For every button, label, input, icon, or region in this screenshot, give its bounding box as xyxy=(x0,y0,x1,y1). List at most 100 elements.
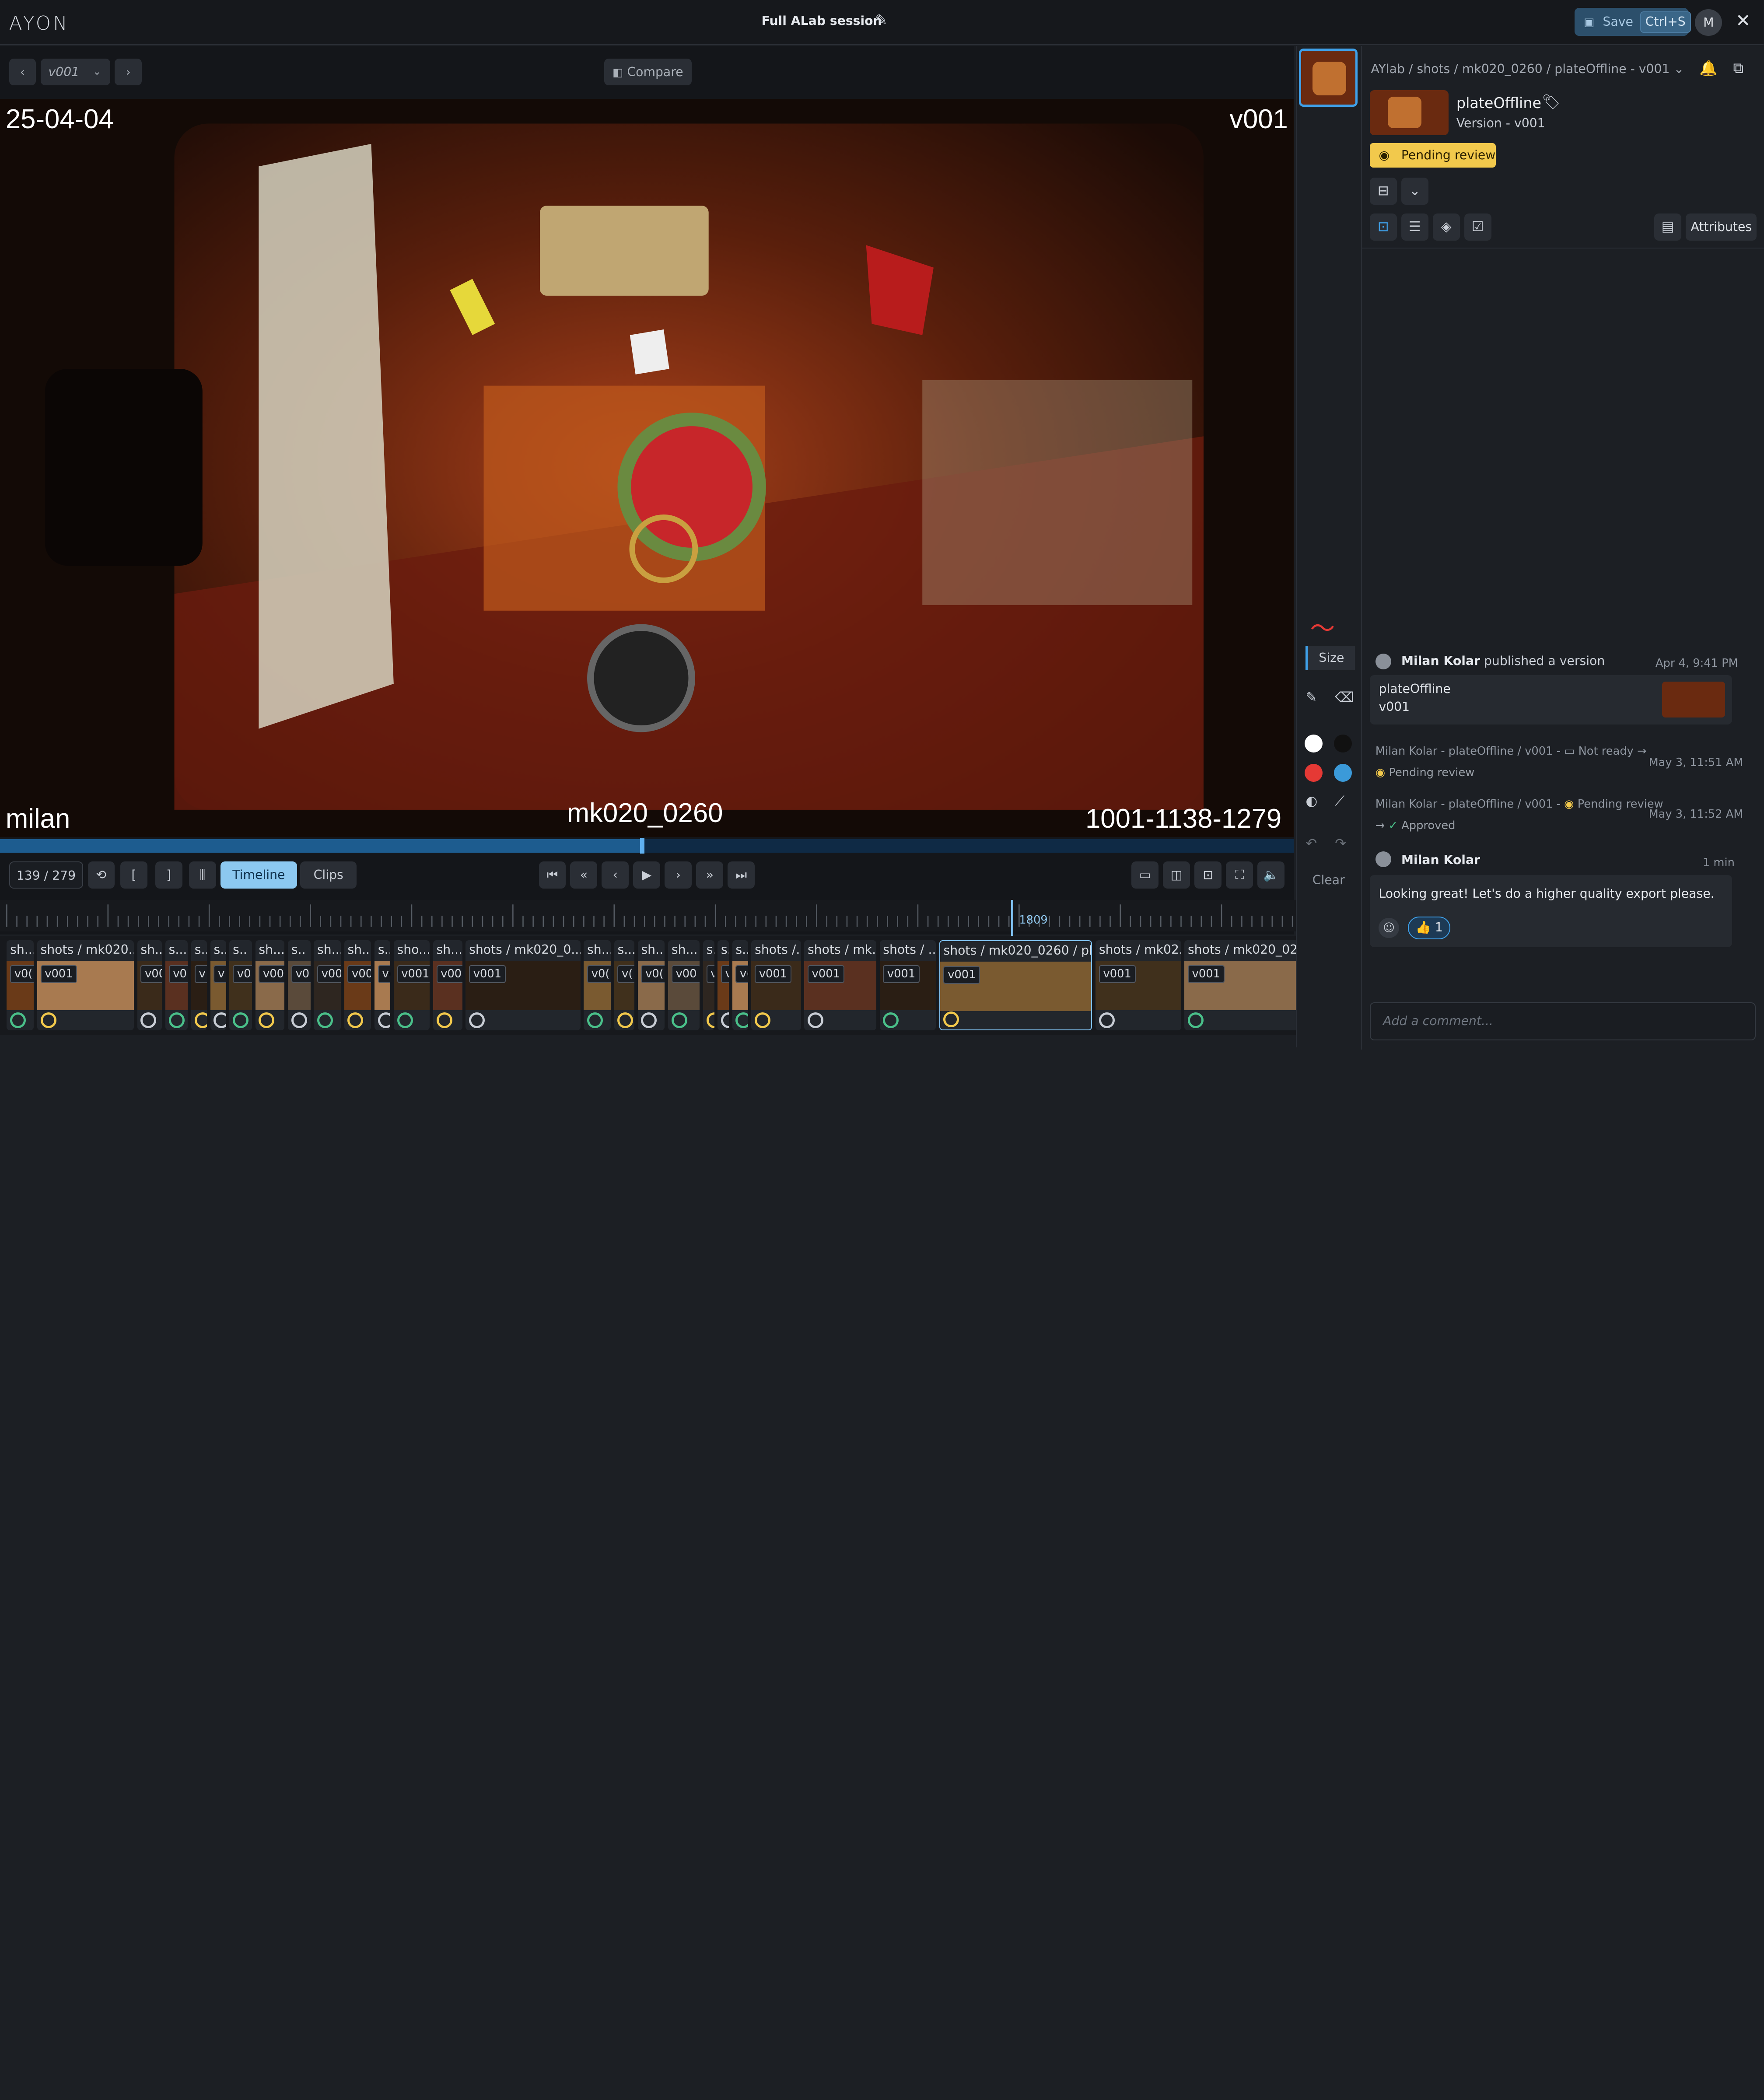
timeline-clip[interactable]: sh... v00 xyxy=(433,940,462,1031)
burnin-version: v001 xyxy=(1229,104,1288,134)
versions-tab-icon[interactable]: ◈ xyxy=(1432,214,1460,241)
timeline-clip[interactable]: s... v( xyxy=(614,940,635,1031)
comments-tab-icon[interactable]: ☰ xyxy=(1401,214,1428,241)
breadcrumb-version[interactable]: plateOffline - v001 xyxy=(1554,62,1670,76)
timeline-clip[interactable]: s.. v xyxy=(191,940,207,1031)
attributes-icon[interactable]: ▤ xyxy=(1654,214,1682,241)
checklist-tab-icon[interactable]: ☑ xyxy=(1464,214,1491,241)
undo-icon[interactable]: ↶ xyxy=(1306,836,1317,851)
size-button[interactable]: Size xyxy=(1306,645,1355,671)
play-icon[interactable]: ▶ xyxy=(633,861,661,889)
timeline-clip[interactable]: shots /... v001 xyxy=(751,940,801,1031)
mark-in-icon[interactable]: [ xyxy=(120,861,147,889)
fullscreen-icon[interactable]: ⛶ xyxy=(1226,861,1253,889)
volume-icon[interactable]: 🔈 xyxy=(1257,861,1285,889)
timeline-clip[interactable]: s.. v( xyxy=(732,940,748,1031)
safe-area-icon[interactable]: ▭ xyxy=(1131,861,1159,889)
timeline-ruler[interactable] xyxy=(0,900,1359,931)
timeline-clip[interactable]: sh... v00 xyxy=(668,940,700,1031)
review-icon[interactable]: ⊟ xyxy=(1369,178,1397,205)
frame-range-icon[interactable]: ⫼ xyxy=(189,861,216,889)
timeline-clips[interactable]: sh...v0(shots / mk020...v001sh...v00s...… xyxy=(0,936,1359,1035)
frame-counter[interactable]: 139 / 279 xyxy=(9,861,84,889)
reaction-thumbs-up[interactable]: 👍 1 xyxy=(1408,917,1451,939)
edit-title-icon[interactable]: ✎ xyxy=(875,11,887,28)
skip-start-icon[interactable]: ⏮ xyxy=(539,861,566,889)
status-to-row: ◉ Pending review xyxy=(1376,766,1475,779)
status-label: Pending review xyxy=(1401,147,1496,162)
activity-tab-icon[interactable]: ⊡ xyxy=(1369,214,1397,241)
timeline-clip[interactable]: sh... v0( xyxy=(7,940,34,1031)
timeline-clip[interactable]: sh... v00 xyxy=(314,940,341,1031)
timeline-clip[interactable]: shots / mk02... v001 xyxy=(1096,940,1181,1031)
mark-out-icon[interactable]: ] xyxy=(155,861,182,889)
clip-label: sh... xyxy=(436,942,462,957)
screenshot-icon[interactable]: ⊡ xyxy=(1194,861,1222,889)
next-version-icon[interactable]: › xyxy=(115,58,142,86)
timeline-clip[interactable]: shots / mk020_0260 / pl... v001 xyxy=(939,940,1092,1031)
timeline-clip[interactable]: s.. v xyxy=(210,940,226,1031)
skip-end-icon[interactable]: ⏭ xyxy=(728,861,755,889)
brush-stroke-icon[interactable]: 〜 xyxy=(1310,609,1335,644)
step-forward-icon[interactable]: › xyxy=(665,861,692,889)
detach-panel-icon[interactable]: ⧉ xyxy=(1733,60,1743,77)
redo-icon[interactable]: ↷ xyxy=(1335,836,1346,851)
user-avatar[interactable]: M xyxy=(1695,9,1722,36)
color-black[interactable] xyxy=(1334,734,1352,752)
brush-icon[interactable]: ✎ xyxy=(1306,690,1317,705)
video-frame[interactable] xyxy=(0,99,1294,837)
timeline-clip[interactable]: sh... v00 xyxy=(137,940,162,1031)
save-icon: ▣ xyxy=(1583,15,1595,29)
attributes-button[interactable]: Attributes xyxy=(1686,214,1757,241)
breadcrumb-shot[interactable]: mk020_0260 xyxy=(1462,62,1543,76)
timeline-clip[interactable]: sh... v00 xyxy=(255,940,285,1031)
timeline-clip[interactable]: shots / mk020_0... v001 xyxy=(466,940,581,1031)
chevron-down-icon[interactable]: ⌄ xyxy=(1673,62,1684,76)
timeline-clip[interactable]: sh... v0( xyxy=(637,940,665,1031)
timeline-clip[interactable]: shots / ... v001 xyxy=(879,940,936,1031)
compare-button[interactable]: ◧ Compare xyxy=(604,58,692,86)
clip-version: v001 xyxy=(943,966,980,984)
version-card[interactable]: plateOffline v001 xyxy=(1369,675,1732,724)
timeline-clip[interactable]: s.. v0 xyxy=(229,940,252,1031)
color-blue[interactable] xyxy=(1334,763,1352,782)
timeline-clip[interactable]: s.. v xyxy=(718,940,729,1031)
version-thumbnail[interactable] xyxy=(1298,48,1358,107)
eyedropper-icon[interactable]: ⟋ xyxy=(1335,793,1344,809)
color-red[interactable] xyxy=(1304,763,1323,782)
timeline-clip[interactable]: sh... v00 xyxy=(344,940,371,1031)
palette-icon[interactable]: ◐ xyxy=(1306,793,1317,809)
breadcrumb-folder[interactable]: shots xyxy=(1417,62,1450,76)
add-reaction-icon[interactable]: ☺ xyxy=(1379,917,1399,938)
timeline-clip[interactable]: s.. v xyxy=(703,940,714,1031)
status-badge[interactable]: ◉ Pending review xyxy=(1369,143,1496,168)
rewind-icon[interactable]: « xyxy=(570,861,598,889)
timeline-clip[interactable]: shots / mk020... v001 xyxy=(37,940,134,1031)
timeline-clip[interactable]: s... v0( xyxy=(165,940,188,1031)
clip-label: s.. xyxy=(194,942,207,957)
bell-icon[interactable]: 🔔 xyxy=(1699,60,1718,77)
chevron-down-icon[interactable]: ⌄ xyxy=(1401,178,1428,205)
timeline-clip[interactable]: sh... v0( xyxy=(584,940,611,1031)
tag-icon[interactable]: 🏷 xyxy=(1542,93,1560,111)
split-view-icon[interactable]: ◫ xyxy=(1163,861,1190,889)
step-back-icon[interactable]: ‹ xyxy=(602,861,629,889)
color-white[interactable] xyxy=(1304,734,1323,752)
timeline-clip[interactable]: shots / mk... v001 xyxy=(804,940,876,1031)
eraser-icon[interactable]: ⌫ xyxy=(1335,690,1354,705)
save-button[interactable]: ▣ Save Ctrl+S xyxy=(1575,7,1691,36)
tab-timeline[interactable]: Timeline xyxy=(220,861,297,889)
tab-clips[interactable]: Clips xyxy=(300,861,357,889)
breadcrumb-project[interactable]: AYlab xyxy=(1371,62,1405,76)
comment-input[interactable]: Add a comment... xyxy=(1369,1002,1756,1041)
timeline-clip[interactable]: sho... v001 xyxy=(393,940,430,1031)
prev-version-icon[interactable]: ‹ xyxy=(9,58,36,86)
clear-button[interactable]: Clear xyxy=(1312,873,1345,887)
version-select[interactable]: v001 ⌄ xyxy=(40,58,110,86)
fast-forward-icon[interactable]: » xyxy=(696,861,724,889)
timeline-clip[interactable]: s.. v( xyxy=(374,940,391,1031)
loop-icon[interactable]: ⟲ xyxy=(88,861,115,889)
timeline-clip[interactable]: s.. v0 xyxy=(288,940,311,1031)
playhead[interactable] xyxy=(640,838,645,854)
close-icon[interactable]: ✕ xyxy=(1736,10,1750,31)
